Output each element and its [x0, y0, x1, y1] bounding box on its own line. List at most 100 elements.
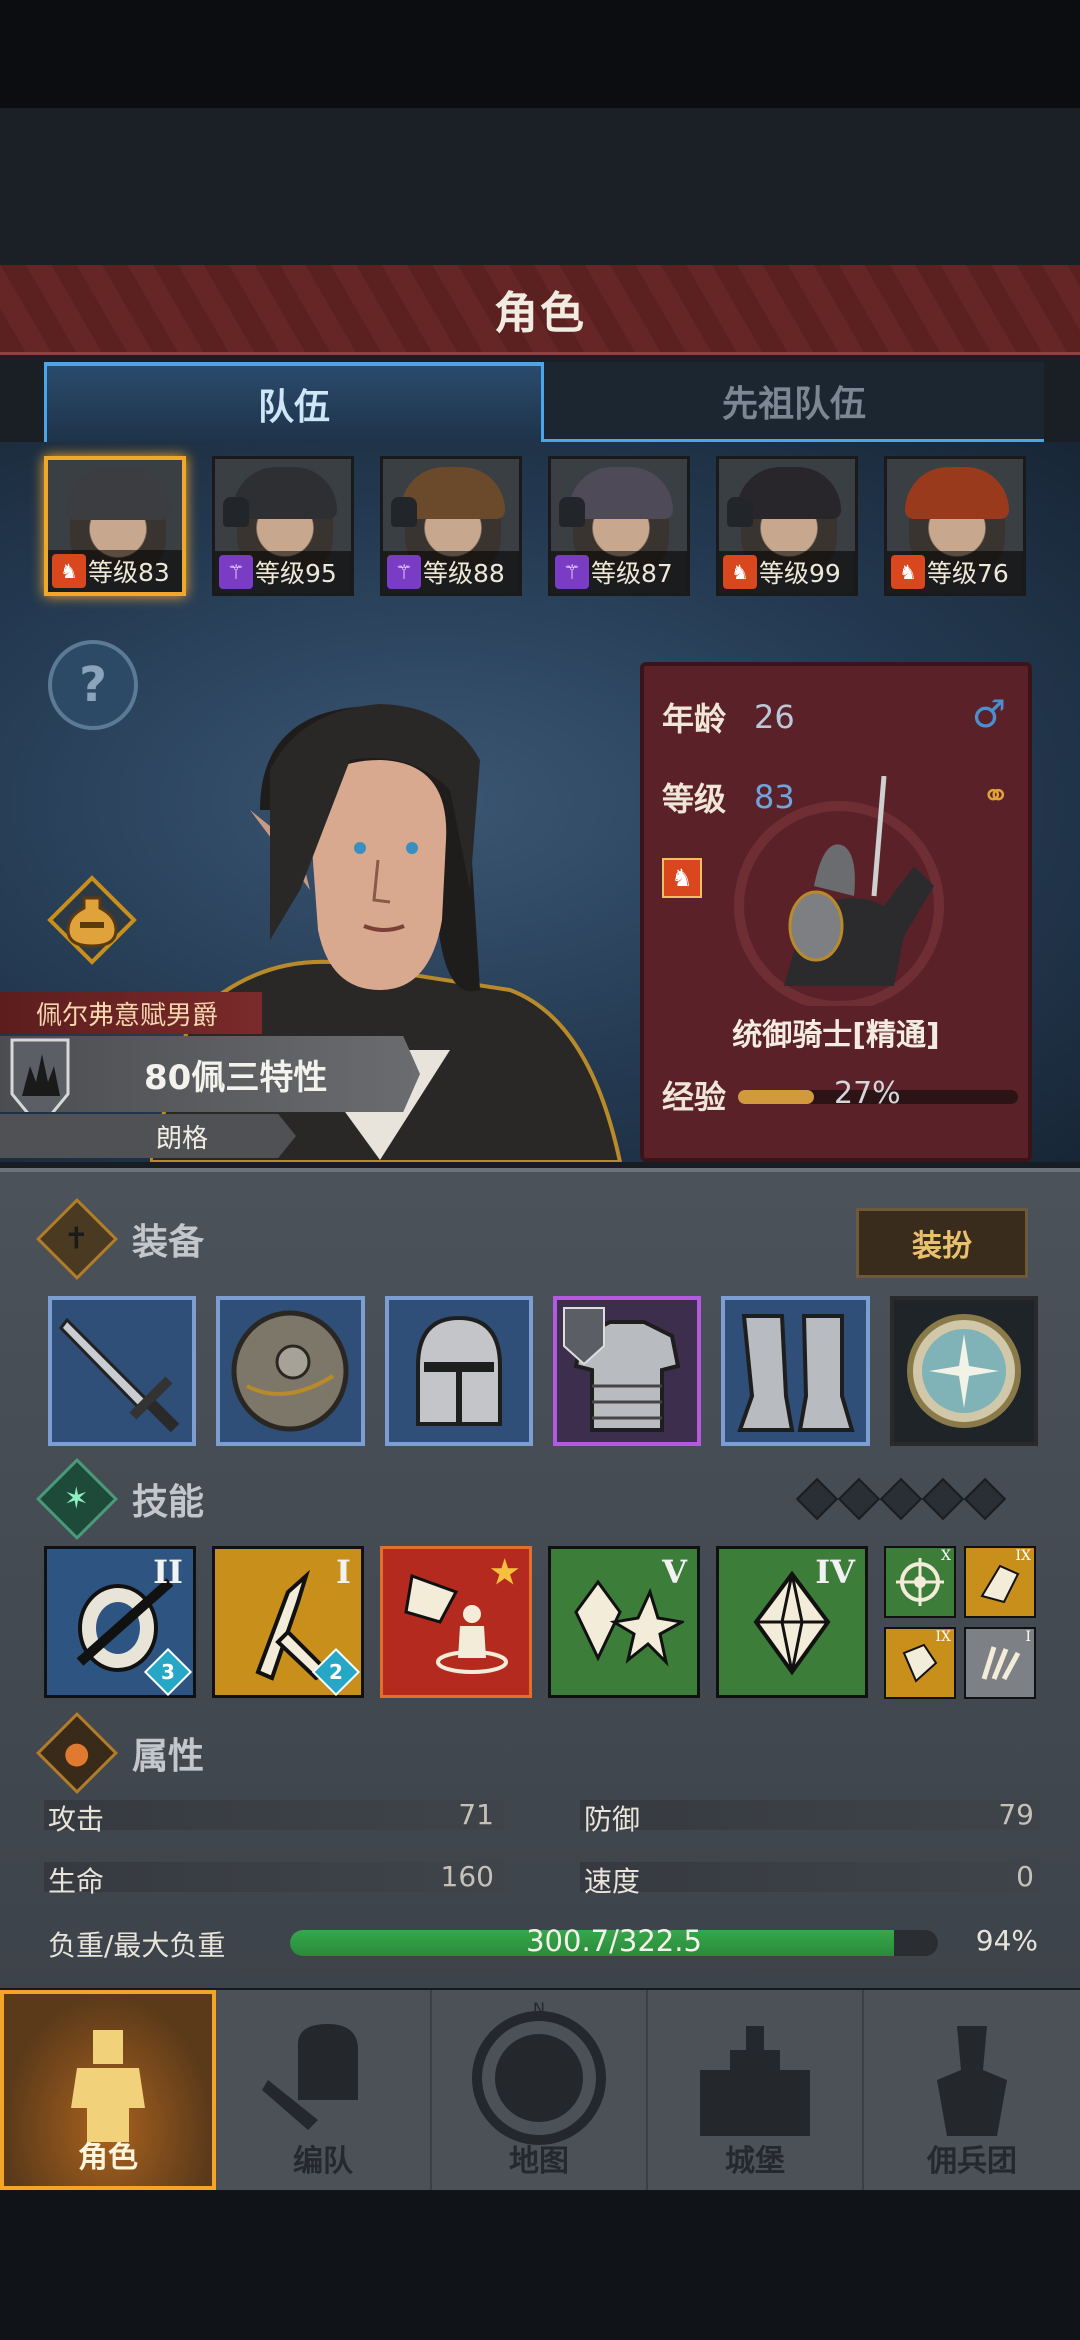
party-member-6[interactable]: ♞ 等级76: [884, 456, 1026, 596]
speed-label: 速度: [584, 1865, 641, 1898]
member-level-badge: ♞ 等级99: [719, 551, 855, 593]
helmet-icon: [727, 497, 753, 527]
equipment-header: ✝ 装备: [35, 1197, 205, 1281]
slot-diamond: [921, 1477, 965, 1521]
nav-character[interactable]: 角色: [0, 1990, 216, 2190]
passive-skill-1[interactable]: X: [884, 1546, 956, 1618]
tab-ancestor-label: 先祖队伍: [721, 383, 866, 425]
dress-up-button[interactable]: 装扮: [856, 1208, 1028, 1278]
equipment-slot-armor[interactable]: [552, 1296, 702, 1446]
party-member-3[interactable]: ⚚ 等级88: [380, 456, 522, 596]
skill-2[interactable]: I 2: [212, 1546, 364, 1698]
helmet-icon: [223, 497, 249, 527]
age-label: 年龄: [662, 700, 727, 738]
title-bar: 角色: [0, 265, 1080, 355]
hp-label: 生命: [48, 1865, 105, 1898]
knight-icon: ♞: [723, 555, 757, 589]
skill-rank: ★: [490, 1553, 519, 1591]
skill-1[interactable]: II 3: [44, 1546, 196, 1698]
skills-header: ✶ 技能: [35, 1457, 205, 1541]
knight-class-icon: ♞: [662, 858, 702, 898]
character-subtitle-text: 朗格: [156, 1123, 209, 1154]
knight-icon: ♞: [891, 555, 925, 589]
helmet-icon: [559, 497, 585, 527]
exp-bar-fill: [738, 1090, 814, 1104]
helmet-icon: [415, 1315, 502, 1426]
castle-icon: [700, 2026, 810, 2136]
slot-diamond: [837, 1477, 881, 1521]
class-name: 统御骑士[精通]: [732, 1018, 940, 1053]
equipment-slots: [48, 1296, 1038, 1448]
defense-value: 79: [998, 1798, 1034, 1831]
load-percent: 94%: [975, 1924, 1038, 1957]
tab-ancestor-team[interactable]: 先祖队伍: [544, 362, 1044, 442]
character-name: 80佩三特性: [144, 1057, 328, 1098]
passive-rank: IX: [1015, 1548, 1032, 1564]
exp-percent: 27%: [834, 1076, 901, 1111]
rings-icon: ⚭: [981, 776, 1011, 816]
load-label: 负重/最大负重: [48, 1929, 226, 1962]
party-member-1[interactable]: ♞ 等级83: [44, 456, 186, 596]
member-level: 等级87: [591, 559, 673, 588]
nav-mercenary[interactable]: 佣兵团: [864, 1990, 1080, 2190]
skill-slot-indicators: [795, 1477, 1007, 1521]
skills-label: 技能: [132, 1482, 205, 1523]
skill-rank: V: [662, 1553, 687, 1591]
member-level: 等级88: [423, 559, 505, 588]
attack-value: 71: [458, 1798, 494, 1831]
member-level-badge: ⚚ 等级88: [383, 551, 519, 593]
attributes-section-icon: ●: [35, 1711, 119, 1795]
equipment-section-icon: ✝: [35, 1197, 119, 1281]
skill-4[interactable]: V: [548, 1546, 700, 1698]
nav-formation[interactable]: 编队: [216, 1990, 432, 2190]
member-level-badge: ⚚ 等级95: [215, 551, 351, 593]
equipment-slot-weapon[interactable]: [48, 1296, 197, 1446]
member-level: 等级95: [255, 559, 337, 588]
member-hair: [905, 467, 1009, 519]
equipment-slot-helmet[interactable]: [384, 1296, 533, 1446]
member-level-badge: ♞ 等级76: [887, 551, 1023, 593]
attributes-header: ● 属性: [35, 1711, 204, 1795]
member-level: 等级83: [88, 558, 170, 587]
tab-team[interactable]: 队伍: [44, 362, 544, 442]
helmet-formation-icon: [262, 2024, 358, 2130]
greaves-icon: [737, 1314, 856, 1432]
potion-icon: [47, 875, 137, 965]
compass-map-icon: N: [472, 2000, 606, 2145]
equipment-slot-shield[interactable]: [216, 1296, 365, 1446]
system-nav-area: [0, 2190, 1080, 2340]
skill-rank: IV: [815, 1553, 855, 1591]
page-title: 角色: [494, 287, 586, 339]
helmet-icon: [391, 497, 417, 527]
character-subtitle: 朗格: [0, 1114, 296, 1158]
bottom-navigation: 角色 编队 N 地图 城堡 佣兵团: [0, 1990, 1080, 2190]
staff-icon: ⚚: [219, 555, 253, 589]
level-label: 等级: [662, 780, 727, 818]
passive-skill-2[interactable]: IX: [964, 1546, 1036, 1618]
knight-figure-icon: [71, 2030, 145, 2142]
party-member-2[interactable]: ⚚ 等级95: [212, 456, 354, 596]
equipment-label: 装备: [132, 1222, 205, 1263]
help-button[interactable]: ?: [48, 640, 138, 730]
member-hair: [66, 468, 170, 520]
nav-castle[interactable]: 城堡: [648, 1990, 864, 2190]
potion-button[interactable]: [46, 874, 138, 966]
age-row: 年龄 26: [662, 694, 795, 740]
skill-list: II 3 I 2 ★ V IV X IX IX I: [44, 1546, 1044, 1700]
svg-text:N: N: [533, 2000, 545, 2018]
skill-3[interactable]: ★: [380, 1546, 532, 1698]
skill-badge-text: 3: [161, 1660, 175, 1684]
passive-rank: I: [1025, 1629, 1031, 1645]
character-name-plate: 80佩三特性: [0, 1036, 420, 1112]
party-member-5[interactable]: ♞ 等级99: [716, 456, 858, 596]
mercenary-fist-icon: [937, 2026, 1007, 2136]
passive-skill-3[interactable]: IX: [884, 1627, 956, 1699]
mounted-knight-image: [734, 776, 944, 1006]
party-member-4[interactable]: ⚚ 等级87: [548, 456, 690, 596]
passive-skill-4[interactable]: I: [964, 1627, 1036, 1699]
slot-diamond: [963, 1477, 1007, 1521]
equipment-slot-boots[interactable]: [721, 1296, 870, 1446]
skill-5[interactable]: IV: [716, 1546, 868, 1698]
equipment-slot-accessory[interactable]: [889, 1296, 1038, 1446]
nav-map[interactable]: N 地图: [432, 1990, 648, 2190]
